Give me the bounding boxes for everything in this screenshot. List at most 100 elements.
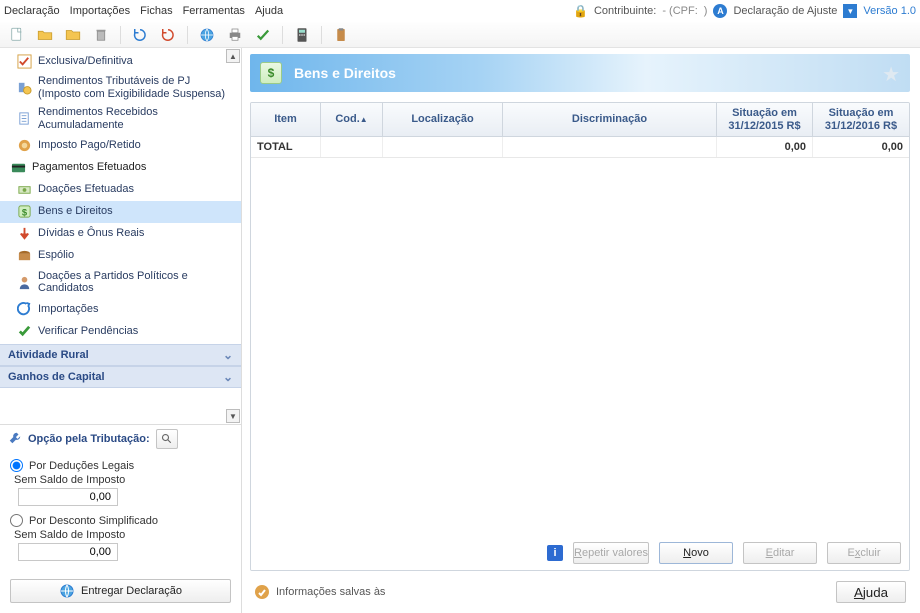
tb-new-doc-icon[interactable]	[6, 24, 28, 46]
tb-globe-icon[interactable]	[196, 24, 218, 46]
opt-simplificado-radio[interactable]	[10, 514, 23, 527]
money-icon	[16, 182, 32, 198]
favorite-star-icon[interactable]: ★	[882, 62, 900, 87]
col-situacao-2016[interactable]: Situação em 31/12/2016 R$	[813, 103, 909, 136]
versao-icon: ▾	[843, 4, 857, 18]
contribuinte-label: Contribuinte:	[594, 5, 656, 17]
opt-deducoes-label: Por Deduções Legais	[29, 460, 134, 472]
sidebar-item-label: Exclusiva/Definitiva	[38, 55, 233, 68]
opt-deducoes-value	[18, 488, 118, 506]
sidebar-tree: Exclusiva/Definitiva Rendimentos Tributá…	[0, 48, 241, 344]
grid: Item Cod. Localização Discriminação Situ…	[250, 102, 910, 571]
down-arrow-icon	[16, 226, 32, 242]
tb-trash-icon[interactable]	[90, 24, 112, 46]
panel-header: $ Bens e Direitos ★	[250, 54, 910, 92]
menubar: Declaração Importações Fichas Ferramenta…	[0, 0, 920, 22]
entregar-declaracao-button[interactable]: Entregar Declaração	[10, 579, 231, 603]
lion-icon	[16, 138, 32, 154]
sidebar-item-doacoes[interactable]: Doações Efetuadas	[0, 179, 241, 201]
section-ganhos-capital[interactable]: Ganhos de Capital ⌄	[0, 366, 241, 388]
tb-folder-icon[interactable]	[62, 24, 84, 46]
menu-importacoes[interactable]: Importações	[70, 5, 131, 17]
col-discriminacao[interactable]: Discriminação	[503, 103, 717, 136]
toolbar	[0, 22, 920, 48]
tb-calculator-icon[interactable]	[291, 24, 313, 46]
col-localizacao[interactable]: Localização	[383, 103, 503, 136]
sidebar-item-rend-pj[interactable]: Rendimentos Tributáveis de PJ (Imposto c…	[0, 72, 241, 103]
sidebar-item-label: Bens e Direitos	[38, 205, 233, 218]
versao-label: Versão 1.0	[863, 5, 916, 17]
sidebar-item-label: Verificar Pendências	[38, 325, 233, 338]
grid-total-row: TOTAL 0,00 0,00	[251, 137, 909, 158]
sidebar-item-bens[interactable]: $ Bens e Direitos	[0, 201, 241, 223]
excluir-button[interactable]: Excluir	[827, 542, 901, 564]
section-atividade-rural[interactable]: Atividade Rural ⌄	[0, 344, 241, 366]
sidebar-item-imposto[interactable]: Imposto Pago/Retido	[0, 135, 241, 157]
taxopt-options: Por Deduções Legais Sem Saldo de Imposto…	[0, 455, 241, 573]
tb-clipboard-icon[interactable]	[330, 24, 352, 46]
entregar-label: Entregar Declaração	[81, 585, 182, 597]
cell-total-label: TOTAL	[251, 137, 321, 157]
sidebar-scroll-up[interactable]: ▲	[226, 49, 240, 63]
opt-deducoes-radio[interactable]	[10, 459, 23, 472]
lock-icon: 🔒	[573, 4, 588, 18]
col-item[interactable]: Item	[251, 103, 321, 136]
info-icon[interactable]: i	[547, 545, 563, 561]
panel-dollar-icon: $	[260, 62, 282, 84]
sidebar: ▲ Exclusiva/Definitiva Rendimentos Tribu…	[0, 48, 242, 613]
taxopt-search-button[interactable]	[156, 429, 178, 449]
main-panel: $ Bens e Direitos ★ Item Cod. Localizaçã…	[242, 48, 920, 613]
tb-refresh-red-icon[interactable]	[157, 24, 179, 46]
globe-small-icon	[59, 583, 75, 599]
declaracao-ajuste-label: Declaração de Ajuste	[733, 5, 837, 17]
sidebar-item-label: Dívidas e Ônus Reais	[38, 227, 233, 240]
document-icon	[16, 111, 32, 127]
grid-footer: i RRepetir valoresepetir valores Novo Ed…	[251, 536, 909, 570]
sidebar-item-doacoes-partidos[interactable]: Doações a Partidos Políticos e Candidato…	[0, 267, 241, 298]
novo-button[interactable]: Novo	[659, 542, 733, 564]
tb-refresh-blue-icon[interactable]	[129, 24, 151, 46]
sidebar-item-label: Rendimentos Recebidos Acumuladamente	[38, 106, 233, 131]
panel-title: Bens e Direitos	[294, 65, 396, 81]
taxopt-header: Opção pela Tributação:	[0, 424, 241, 455]
sidebar-item-label: Importações	[38, 303, 233, 316]
tb-print-icon[interactable]	[224, 24, 246, 46]
repetir-button[interactable]: RRepetir valoresepetir valores	[573, 542, 649, 564]
tb-open-folder-icon[interactable]	[34, 24, 56, 46]
sidebar-item-label: Doações Efetuadas	[38, 183, 233, 196]
chest-icon	[16, 248, 32, 264]
ajuda-button[interactable]: Ajuda	[836, 581, 906, 603]
cpf-open: - (CPF:	[662, 5, 697, 17]
menu-declaracao[interactable]: Declaração	[4, 5, 60, 17]
col-cod[interactable]: Cod.	[321, 103, 383, 136]
sidebar-item-label: Doações a Partidos Políticos e Candidato…	[38, 270, 233, 295]
sidebar-item-label: Rendimentos Tributáveis de PJ (Imposto c…	[38, 75, 233, 100]
sidebar-item-dividas[interactable]: Dívidas e Ônus Reais	[0, 223, 241, 245]
svg-text:$: $	[21, 207, 27, 217]
col-situacao-2015[interactable]: Situação em 31/12/2015 R$	[717, 103, 813, 136]
status-row: Informações salvas às Ajuda	[250, 579, 910, 605]
check-green-icon	[16, 323, 32, 339]
menu-ferramentas[interactable]: Ferramentas	[183, 5, 245, 17]
section-label: Ganhos de Capital	[8, 371, 105, 383]
menu-ajuda[interactable]: Ajuda	[255, 5, 283, 17]
section-label: Atividade Rural	[8, 349, 89, 361]
sidebar-item-verificar[interactable]: Verificar Pendências	[0, 320, 241, 342]
menu-fichas[interactable]: Fichas	[140, 5, 172, 17]
opt-simplificado-label: Por Desconto Simplificado	[29, 515, 158, 527]
editar-button[interactable]: Editar	[743, 542, 817, 564]
tb-check-icon[interactable]	[252, 24, 274, 46]
sidebar-item-pagamentos[interactable]: Pagamentos Efetuados	[0, 157, 241, 179]
cell-total-s1: 0,00	[717, 137, 813, 157]
taxopt-label: Opção pela Tributação:	[28, 433, 150, 445]
sidebar-item-rend-acum[interactable]: Rendimentos Recebidos Acumuladamente	[0, 103, 241, 134]
sidebar-item-exclusiva[interactable]: Exclusiva/Definitiva	[0, 50, 241, 72]
sidebar-item-label: Imposto Pago/Retido	[38, 139, 233, 152]
sidebar-item-importacoes[interactable]: Importações	[0, 298, 241, 320]
opt-deducoes-sub: Sem Saldo de Imposto	[10, 474, 231, 486]
grid-body: TOTAL 0,00 0,00	[251, 137, 909, 536]
sidebar-item-label: Pagamentos Efetuados	[32, 161, 233, 174]
sidebar-item-espolio[interactable]: Espólio	[0, 245, 241, 267]
sidebar-scroll-down[interactable]: ▼	[226, 409, 240, 423]
import-icon	[16, 301, 32, 317]
